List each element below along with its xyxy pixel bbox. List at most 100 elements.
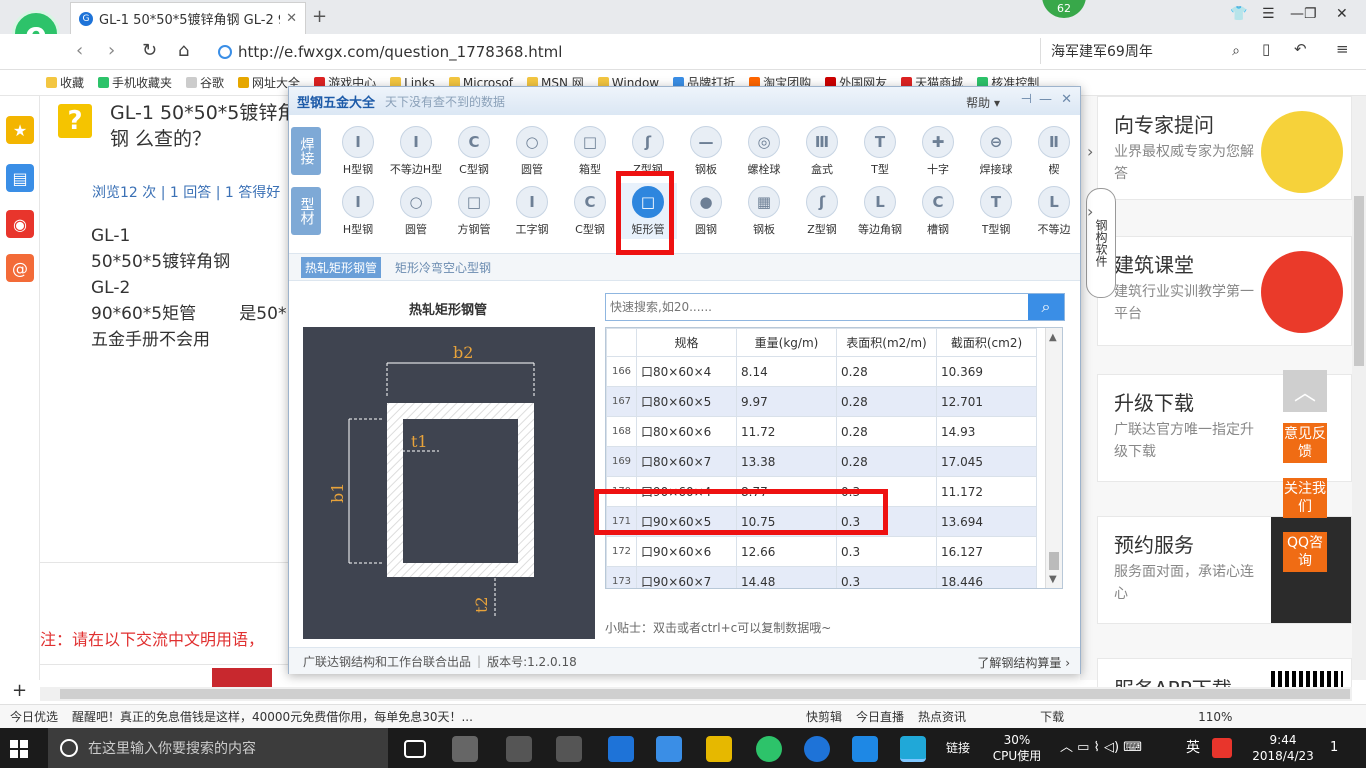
minimize-icon[interactable]: —	[1290, 6, 1304, 22]
table-cell[interactable]: 9.97	[736, 386, 837, 417]
shape-item[interactable]: Ⅱ楔	[1025, 123, 1083, 179]
table-cell[interactable]: 11.172	[936, 476, 1037, 507]
col-header[interactable]: 重量(kg/m)	[736, 328, 837, 357]
table-cell[interactable]: 10.369	[936, 356, 1037, 387]
table-cell[interactable]: 口80×60×5	[636, 386, 737, 417]
shape-item[interactable]: ○ 圆管	[503, 123, 561, 179]
table-cell[interactable]: 16.127	[936, 536, 1037, 567]
table-row[interactable]: 166 口80×60×4 8.14 0.28 10.369	[606, 356, 1037, 387]
row-number[interactable]: 169	[606, 446, 637, 477]
menu-icon[interactable]: ☰	[1262, 6, 1275, 22]
zoom-level[interactable]: 110%	[1198, 710, 1232, 724]
shape-item[interactable]: I 不等边H型	[387, 123, 445, 179]
shape-item[interactable]: ○ 圆管	[387, 183, 445, 239]
subtab-cold-formed[interactable]: 矩形冷弯空心型钢	[395, 259, 491, 276]
shape-item[interactable]: C C型钢	[445, 123, 503, 179]
app-swirl-icon[interactable]	[556, 736, 582, 762]
edge-icon[interactable]	[608, 736, 634, 762]
card-building-class[interactable]: 建筑课堂 建筑行业实训教学第一平台	[1097, 236, 1352, 346]
search-icon[interactable]: ⌕	[1028, 294, 1064, 320]
row-number[interactable]: 173	[606, 566, 637, 588]
col-header[interactable]: 规格	[636, 328, 737, 357]
table-row[interactable]: 167 口80×60×5 9.97 0.28 12.701	[606, 386, 1037, 417]
shape-item[interactable]: L 不等边	[1025, 183, 1083, 239]
card-ask-expert[interactable]: 向专家提问 业界最权威专家为您解答	[1097, 96, 1352, 200]
quick-search-input[interactable]	[606, 294, 1028, 320]
card-app-download[interactable]: 服务APP下载	[1097, 658, 1352, 701]
ie-icon[interactable]	[656, 736, 682, 762]
table-cell[interactable]: 0.28	[836, 446, 937, 477]
qq-consult-button[interactable]: QQ咨询	[1283, 532, 1327, 572]
mail-icon[interactable]: @	[6, 254, 34, 282]
table-row[interactable]: 172 口90×60×6 12.66 0.3 16.127	[606, 536, 1037, 567]
row-next-icon[interactable]: ›	[1087, 142, 1093, 161]
g-app-icon[interactable]	[804, 736, 830, 762]
downloads-link[interactable]: 下载	[1040, 708, 1064, 725]
hot-news-link[interactable]: 热点资讯	[918, 708, 966, 725]
table-cell[interactable]: 18.446	[936, 566, 1037, 588]
table-cell[interactable]: 13.38	[736, 446, 837, 477]
shape-item[interactable]: T T型钢	[967, 183, 1025, 239]
row-number[interactable]: 172	[606, 536, 637, 567]
help-menu[interactable]: 帮助 ▾	[966, 94, 1000, 111]
panel-minimize-icon[interactable]: —	[1039, 92, 1052, 107]
bookmark-item[interactable]: 谷歌	[186, 74, 224, 91]
more-menu-icon[interactable]: ≡	[1336, 40, 1349, 58]
reader-icon[interactable]: ▤	[6, 164, 34, 192]
table-cell[interactable]: 0.28	[836, 386, 937, 417]
today-picks-link[interactable]: 今日优选	[10, 708, 58, 725]
browser-tab[interactable]: G GL-1 50*50*5镀锌角钢 GL-2 90 ✕	[70, 2, 306, 34]
back-to-top-icon[interactable]: ︿	[1283, 370, 1327, 412]
table-cell[interactable]: 12.701	[936, 386, 1037, 417]
shape-item[interactable]: □ 箱型	[561, 123, 619, 179]
page-hscroll-thumb[interactable]	[60, 689, 1350, 699]
bookmark-item[interactable]: 手机收藏夹	[98, 74, 172, 91]
file-explorer-icon[interactable]	[706, 736, 732, 762]
question-stats[interactable]: 浏览12 次 | 1 回答 | 1 答得好	[92, 182, 280, 202]
shape-item[interactable]: I 工字钢	[503, 183, 561, 239]
learn-more-link[interactable]: 了解钢结构算量 ›	[977, 654, 1070, 671]
browser-search-field[interactable]: 海军建军69周年 ⌕	[1040, 38, 1240, 64]
row-number[interactable]: 166	[606, 356, 637, 387]
quick-clip-link[interactable]: 快剪辑	[806, 708, 842, 725]
tray-link[interactable]: 链接	[946, 740, 970, 756]
table-cell[interactable]: 8.14	[736, 356, 837, 387]
shape-item[interactable]: ▦ 钢板	[735, 183, 793, 239]
notification-center-icon[interactable]: 1	[1330, 740, 1338, 756]
360-browser-icon[interactable]	[756, 736, 782, 762]
col-header[interactable]: 表面积(m2/m)	[836, 328, 937, 357]
shape-item[interactable]: T T型	[851, 123, 909, 179]
shape-item[interactable]: Ⅲ 盒式	[793, 123, 851, 179]
table-row[interactable]: 169 口80×60×7 13.38 0.28 17.045	[606, 446, 1037, 477]
weibo-icon[interactable]: ◉	[6, 210, 34, 238]
shape-item[interactable]: ◎ 螺栓球	[735, 123, 793, 179]
live-link[interactable]: 今日直播	[856, 708, 904, 725]
shape-item[interactable]: ✚ 十字	[909, 123, 967, 179]
windows-start-icon[interactable]	[10, 740, 28, 758]
table-cell[interactable]: 0.28	[836, 416, 937, 447]
refresh-icon[interactable]: ↻	[142, 40, 157, 61]
taskbar-search[interactable]: 在这里输入你要搜索的内容	[48, 728, 388, 768]
table-cell[interactable]: 0.3	[836, 566, 937, 588]
search-icon[interactable]: ⌕	[1232, 43, 1240, 59]
page-vertical-scrollbar[interactable]	[1352, 96, 1366, 680]
shape-item[interactable]: I H型钢	[329, 183, 387, 239]
task-view-icon[interactable]	[404, 740, 426, 758]
shape-item[interactable]: ⊖ 焊接球	[967, 123, 1025, 179]
tray-icons[interactable]: ︿ ▭ ⌇ ◁) ⌨	[1060, 740, 1142, 756]
table-cell[interactable]: 17.045	[936, 446, 1037, 477]
table-cell[interactable]: 13.694	[936, 506, 1037, 537]
new-tab-icon[interactable]: +	[312, 6, 327, 27]
shape-item[interactable]: ● 圆钢	[677, 183, 735, 239]
table-cell[interactable]: 14.48	[736, 566, 837, 588]
ie-legacy-icon[interactable]	[506, 736, 532, 762]
table-cell[interactable]: 口80×60×4	[636, 356, 737, 387]
follow-us-button[interactable]: 关注我们	[1283, 478, 1327, 518]
page-scroll-thumb[interactable]	[1354, 196, 1364, 366]
pinwheel-app-icon[interactable]	[452, 736, 478, 762]
col-header[interactable]: 截面积(cm2)	[936, 328, 1037, 357]
table-cell[interactable]: 0.28	[836, 356, 937, 387]
panel-close-icon[interactable]: ✕	[1061, 92, 1072, 107]
undo-icon[interactable]: ↶	[1294, 40, 1307, 58]
shape-item[interactable]: L 等边角钢	[851, 183, 909, 239]
